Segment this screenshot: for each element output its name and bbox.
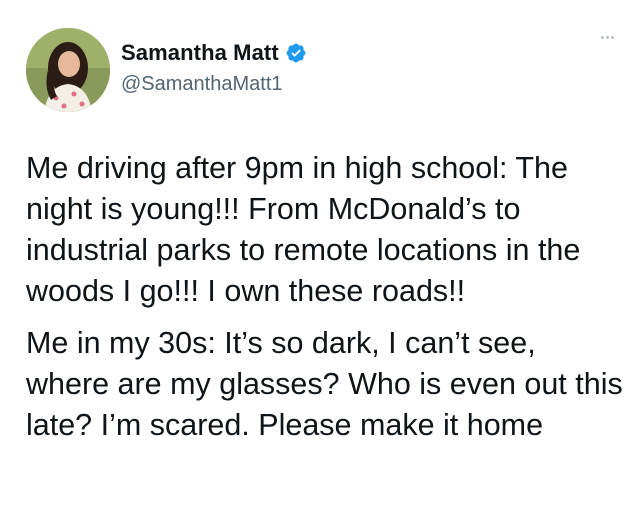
tweet-text-paragraph-2: Me in my 30s: It’s so dark, I can’t see,… — [26, 326, 623, 442]
tweet-card: Samantha Matt @SamanthaMatt1 Me driving … — [0, 0, 640, 519]
dot — [611, 36, 614, 39]
dot — [606, 36, 609, 39]
avatar[interactable] — [26, 28, 110, 112]
verified-badge-icon — [285, 42, 307, 64]
avatar-photo — [26, 28, 110, 112]
display-name[interactable]: Samantha Matt — [121, 40, 279, 66]
user-handle[interactable]: @SamanthaMatt1 — [121, 73, 283, 96]
tweet-text-paragraph-1: Me driving after 9pm in high school: The… — [26, 151, 581, 308]
dot — [601, 36, 604, 39]
name-row: Samantha Matt — [121, 40, 307, 66]
more-options-icon[interactable] — [601, 36, 614, 39]
